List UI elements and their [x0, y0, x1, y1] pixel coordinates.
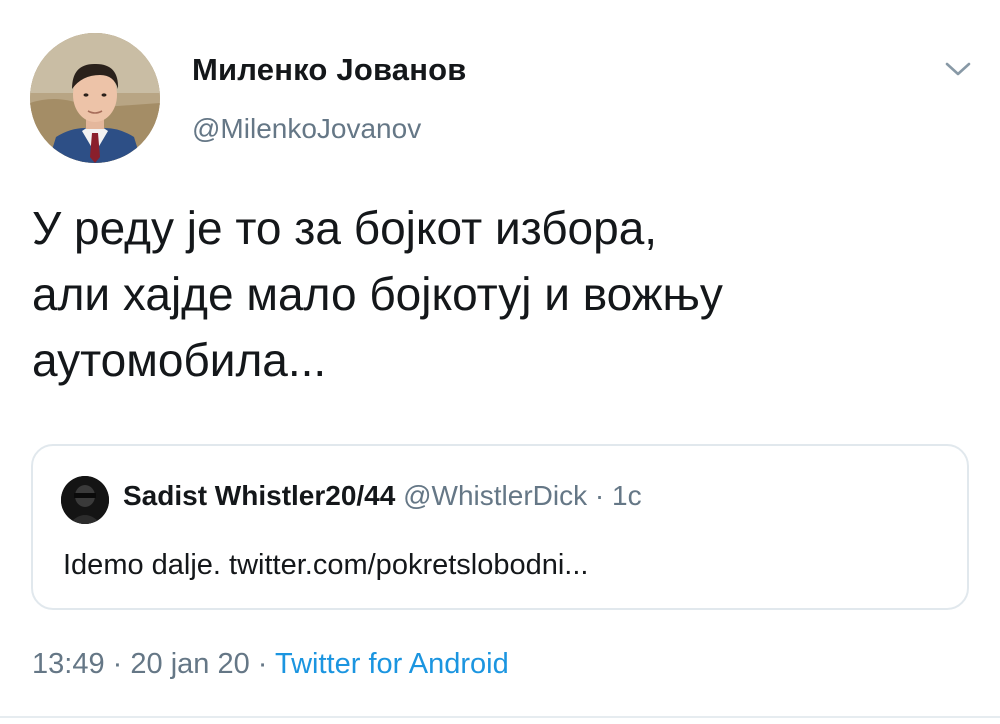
quoted-header: Sadist Whistler20/44 @WhistlerDick · 1c [123, 480, 642, 512]
meta-separator: · [112, 648, 123, 680]
quoted-text: Idemo dalje. twitter.com/pokretslobodni.… [63, 549, 589, 581]
quoted-handle: @WhistlerDick [403, 480, 588, 511]
profile-photo-icon [30, 33, 160, 163]
author-handle[interactable]: @MilenkoJovanov [192, 113, 421, 145]
quoted-time: 1c [612, 480, 642, 511]
quoted-profile-photo-icon [61, 476, 109, 524]
quoted-tweet[interactable]: Sadist Whistler20/44 @WhistlerDick · 1c … [31, 444, 969, 610]
quoted-display-name: Sadist Whistler20/44 [123, 480, 396, 511]
tweet-card: Миленко Јованов @MilenkoJovanov У реду ј… [0, 0, 1000, 724]
tweet-text: У реду је то за бојкот избора, али хајде… [32, 202, 723, 386]
author-display-name[interactable]: Миленко Јованов [192, 52, 467, 88]
meta-separator: · [257, 648, 268, 680]
author-avatar[interactable] [30, 33, 160, 163]
tweet-meta: 13:49 · 20 jan 20 · Twitter for Android [32, 648, 509, 681]
quoted-author-avatar [61, 476, 109, 524]
tweet-source-link[interactable]: Twitter for Android [275, 648, 509, 680]
divider [0, 716, 1000, 718]
quoted-separator: · [594, 480, 605, 511]
tweet-time[interactable]: 13:49 [32, 648, 105, 680]
chevron-down-icon[interactable] [944, 58, 972, 80]
tweet-date[interactable]: 20 jan 20 [130, 648, 249, 680]
